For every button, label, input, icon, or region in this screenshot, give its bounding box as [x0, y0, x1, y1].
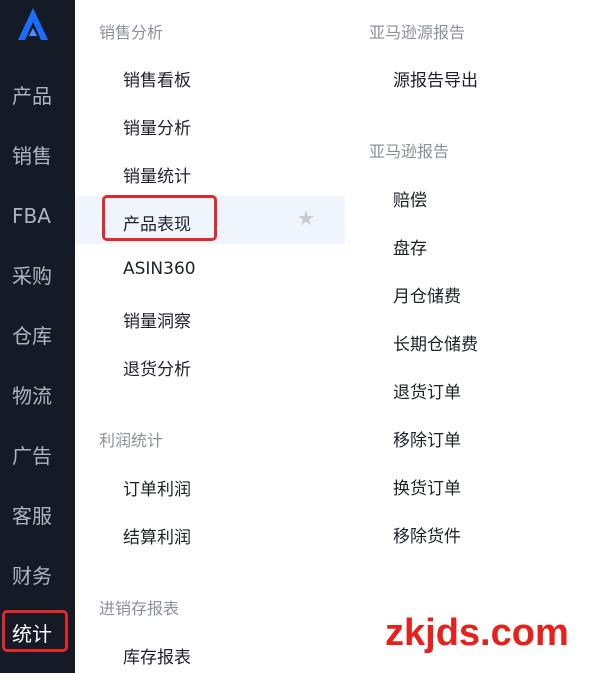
menu-item-volume-stats[interactable]: 销量统计 — [123, 162, 191, 187]
product-performance-highlight — [102, 195, 217, 241]
app-logo-icon[interactable] — [12, 6, 54, 44]
menu-item-removal-orders[interactable]: 移除订单 — [393, 426, 461, 451]
menu-item-asin360[interactable]: ASIN360 — [123, 259, 196, 279]
menu-item-reimbursement[interactable]: 赔偿 — [393, 186, 427, 211]
section-title-amazon-source-report: 亚马逊源报告 — [369, 23, 466, 42]
section-title-sales-analysis: 销售分析 — [99, 23, 164, 42]
star-icon[interactable]: ★ — [297, 204, 315, 232]
menu-item-order-profit[interactable]: 订单利润 — [123, 475, 191, 500]
nav-item-warehouse[interactable]: 仓库 — [0, 316, 75, 356]
nav-item-logistics[interactable]: 物流 — [0, 376, 75, 416]
menu-item-long-term-storage-fee[interactable]: 长期仓储费 — [393, 330, 478, 355]
sidebar: 产品 销售 FBA 采购 仓库 物流 广告 客服 财务 统计 — [0, 0, 75, 673]
menu-item-monthly-storage-fee[interactable]: 月仓储费 — [393, 282, 461, 307]
nav-item-customer-service[interactable]: 客服 — [0, 496, 75, 536]
menu-item-return-analysis[interactable]: 退货分析 — [123, 355, 191, 380]
menu-item-sales-insight[interactable]: 销量洞察 — [123, 307, 191, 332]
section-title-inventory-report: 进销存报表 — [99, 599, 180, 618]
section-title-amazon-report: 亚马逊报告 — [369, 142, 450, 161]
menu-item-volume-analysis[interactable]: 销量分析 — [123, 114, 191, 139]
nav-item-sales[interactable]: 销售 — [0, 136, 75, 176]
nav-item-purchase[interactable]: 采购 — [0, 256, 75, 296]
sidebar-active-highlight — [2, 610, 68, 652]
menu-item-removal-shipments[interactable]: 移除货件 — [393, 522, 461, 547]
nav-item-finance[interactable]: 财务 — [0, 556, 75, 596]
menu-item-return-orders[interactable]: 退货订单 — [393, 378, 461, 403]
menu-item-replacement-orders[interactable]: 换货订单 — [393, 474, 461, 499]
nav-item-ads[interactable]: 广告 — [0, 436, 75, 476]
menu-item-inventory-report[interactable]: 库存报表 — [123, 643, 191, 668]
nav-item-product[interactable]: 产品 — [0, 76, 75, 116]
menu-item-sales-dashboard[interactable]: 销售看板 — [123, 66, 191, 91]
section-title-profit-stats: 利润统计 — [99, 431, 164, 450]
menu-item-source-report-export[interactable]: 源报告导出 — [393, 66, 478, 91]
menu-item-stocktake[interactable]: 盘存 — [393, 234, 427, 259]
watermark-text: zkjds.com — [385, 612, 569, 654]
menu-item-settlement-profit[interactable]: 结算利润 — [123, 523, 191, 548]
nav-item-fba[interactable]: FBA — [0, 196, 75, 236]
